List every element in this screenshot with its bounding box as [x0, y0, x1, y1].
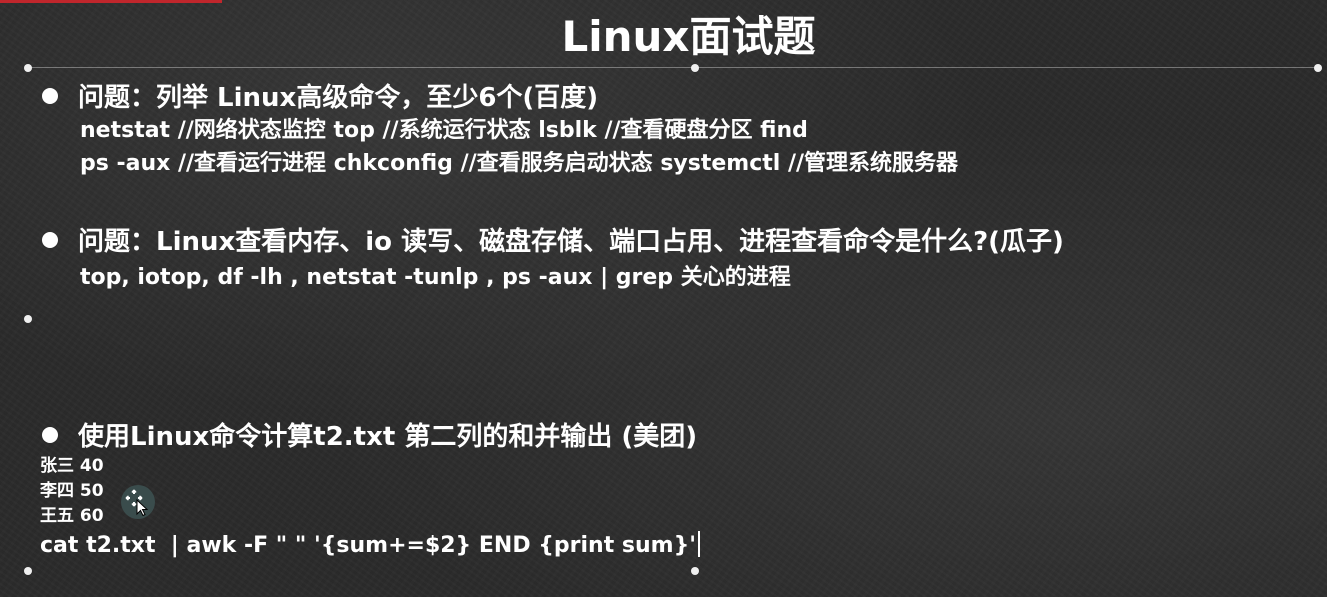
awk-command[interactable]: cat t2.txt | awk -F " " '{sum+=$2} END {… [40, 530, 700, 562]
data-row-1: 张三 40 [40, 456, 104, 476]
resize-handle-middle-left[interactable] [24, 315, 32, 323]
question-3-text: 使用Linux命令计算t2.txt 第二列的和并输出 (美团) [78, 422, 698, 452]
text-caret [697, 531, 700, 557]
resize-handle-top-right[interactable] [1314, 64, 1322, 72]
question-2-text: 问题：Linux查看内存、io 读写、磁盘存储、端口占用、进程查看命令是什么?(… [78, 227, 1064, 257]
resize-handle-top-left[interactable] [24, 64, 32, 72]
question-1: 问题：列举 Linux高级命令，至少6个(百度) [42, 80, 598, 116]
text-frame-border [28, 67, 1318, 68]
data-row-3: 王五 60 [40, 506, 104, 526]
slide-title: Linux面试题 [561, 12, 816, 61]
resize-handle-bottom-left[interactable] [24, 567, 32, 575]
awk-command-text: cat t2.txt | awk -F " " '{sum+=$2} END {… [40, 533, 696, 558]
top-accent-bar [0, 0, 222, 3]
question-2: 问题：Linux查看内存、io 读写、磁盘存储、端口占用、进程查看命令是什么?(… [42, 224, 1064, 260]
bullet-dot-icon [42, 427, 58, 443]
bullet-dot-icon [42, 232, 58, 248]
move-cursor-icon [121, 485, 155, 519]
question-3: 使用Linux命令计算t2.txt 第二列的和并输出 (美团) [42, 419, 697, 455]
answer-2-line-1: top, iotop, df -lh , netstat -tunlp , ps… [80, 265, 791, 290]
answer-1-line-2: ps -aux //查看运行进程 chkconfig //查看服务启动状态 sy… [80, 151, 959, 176]
answer-1-line-1: netstat //网络状态监控 top //系统运行状态 lsblk //查看… [80, 118, 808, 143]
resize-handle-bottom-center[interactable] [691, 567, 699, 575]
data-row-2: 李四 50 [40, 481, 104, 501]
bullet-dot-icon [42, 88, 58, 104]
resize-handle-top-center[interactable] [691, 64, 699, 72]
question-1-text: 问题：列举 Linux高级命令，至少6个(百度) [78, 83, 599, 113]
slide: Linux面试题 问题：列举 Linux高级命令，至少6个(百度) netsta… [0, 0, 1327, 597]
